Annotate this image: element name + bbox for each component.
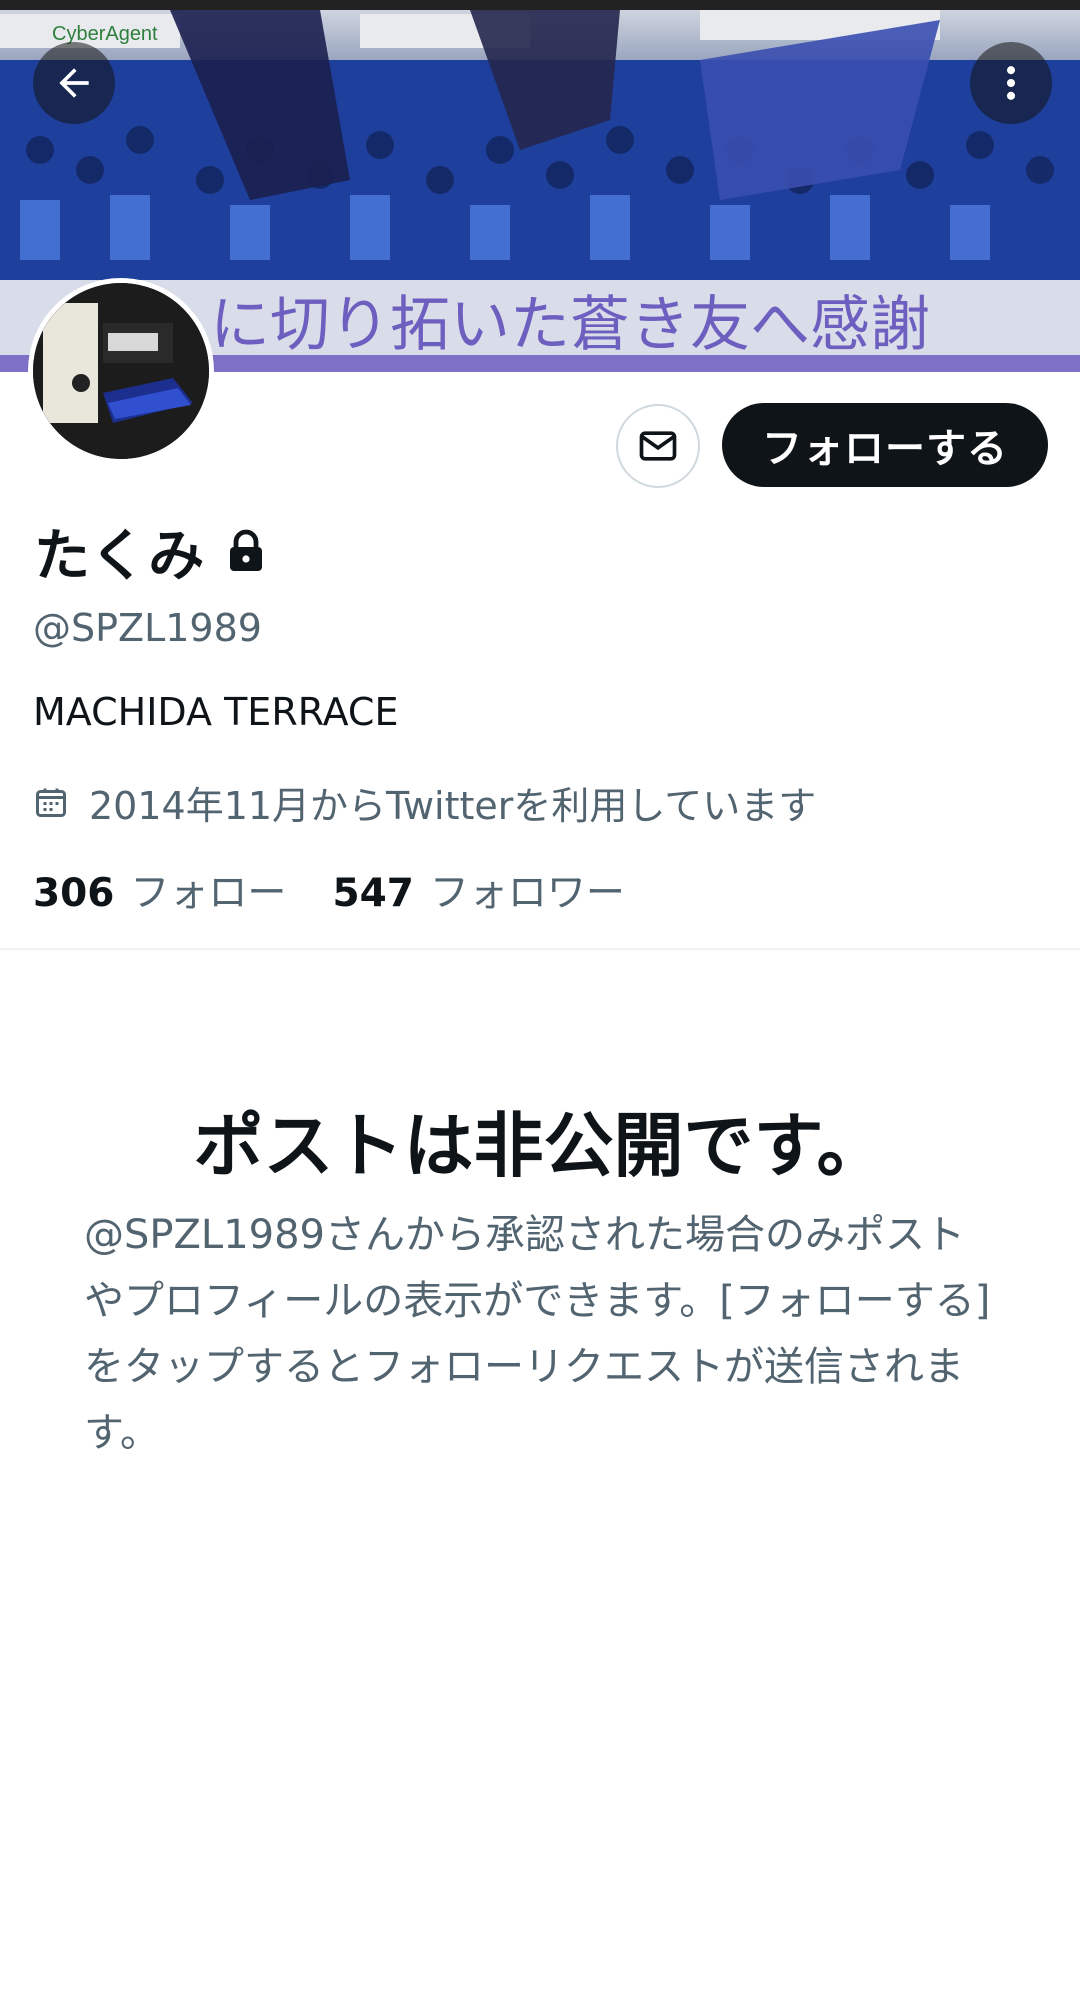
message-button[interactable] bbox=[616, 404, 700, 488]
following-count: 306 bbox=[33, 871, 115, 916]
following-label: フォロー bbox=[130, 871, 287, 916]
follow-stats: 306 フォロー 547 フォロワー bbox=[33, 862, 671, 918]
join-date: 2014年11月からTwitterを利用しています bbox=[33, 776, 816, 828]
arrow-left-icon bbox=[59, 68, 89, 98]
followers-count: 547 bbox=[332, 871, 414, 916]
more-options-button[interactable] bbox=[970, 42, 1052, 124]
divider bbox=[0, 948, 1080, 950]
more-vertical-icon bbox=[1006, 66, 1016, 100]
back-button[interactable] bbox=[33, 42, 115, 124]
follow-button[interactable]: フォローする bbox=[722, 403, 1048, 487]
envelope-icon bbox=[639, 431, 677, 461]
followers-label: フォロワー bbox=[429, 871, 625, 916]
join-date-text: 2014年11月からTwitterを利用しています bbox=[89, 783, 817, 828]
status-strip bbox=[0, 0, 1080, 10]
lock-icon bbox=[226, 529, 266, 573]
protected-title: ポストは非公開です。 bbox=[193, 1105, 887, 1187]
profile-name: たくみ bbox=[34, 523, 205, 589]
profile-name-row: たくみ bbox=[34, 516, 266, 589]
avatar[interactable] bbox=[28, 278, 214, 464]
banner-slogan-text: に切り拓いた蒼き友へ感謝 bbox=[210, 290, 930, 360]
protected-body: @SPZL1989さんから承認された場合のみポストやプロフィールの表示ができます… bbox=[84, 1212, 991, 1456]
avatar-image bbox=[33, 283, 209, 459]
calendar-icon bbox=[33, 784, 69, 820]
following-link[interactable]: 306 フォロー bbox=[33, 862, 286, 918]
profile-bio: MACHIDA TERRACE bbox=[33, 690, 399, 734]
profile-handle: @SPZL1989 bbox=[33, 606, 262, 650]
followers-link[interactable]: 547 フォロワー bbox=[332, 862, 624, 918]
